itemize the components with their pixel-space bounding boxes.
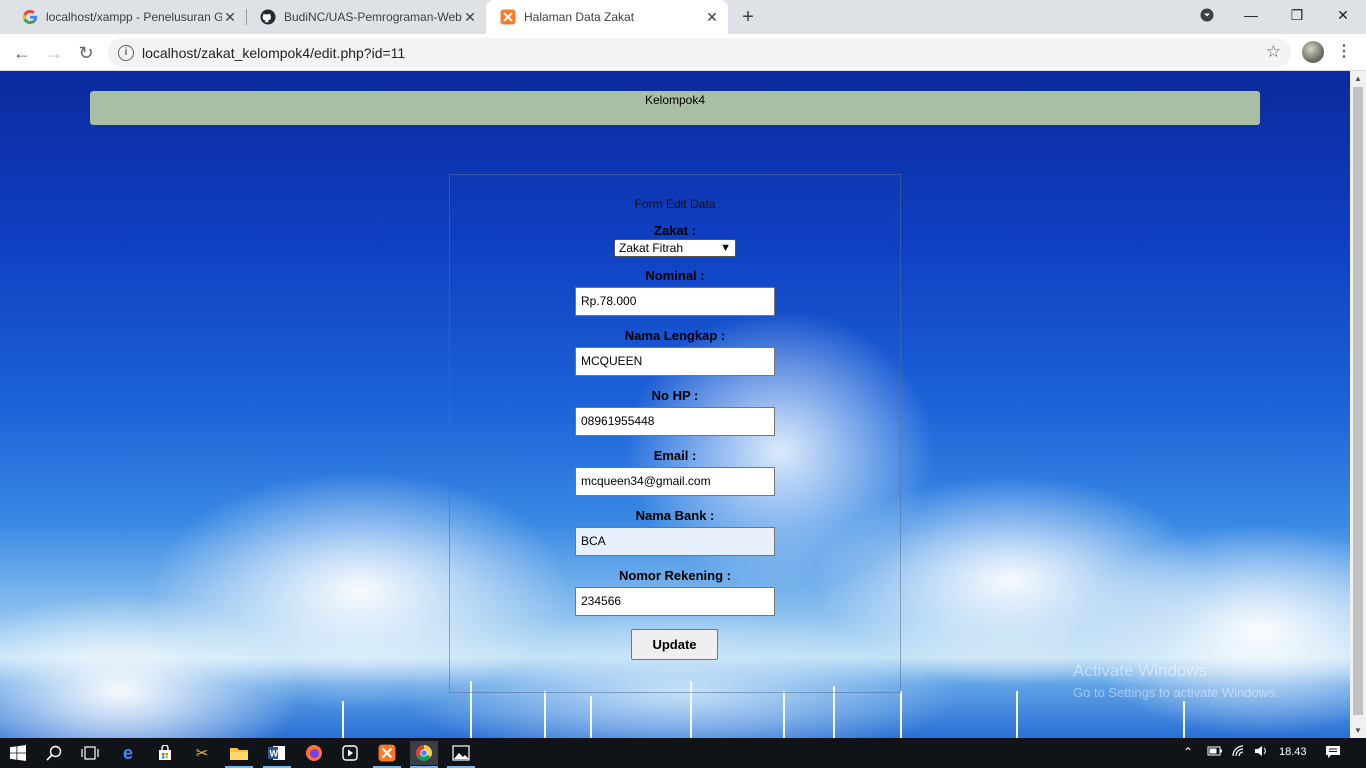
profile-dropdown-icon[interactable] — [1184, 0, 1230, 30]
firefox-icon[interactable] — [302, 741, 326, 765]
nama-bank-input[interactable]: BCA — [575, 527, 775, 556]
edit-form: Form Edit Data Zakat : Zakat Fitrah ▼ No… — [449, 174, 901, 693]
battery-icon[interactable] — [1207, 745, 1223, 760]
task-view-icon[interactable] — [78, 741, 102, 765]
profile-avatar[interactable] — [1302, 41, 1324, 63]
page-viewport: Kelompok4 Form Edit Data Zakat : Zakat F… — [0, 71, 1350, 738]
page-scrollbar[interactable]: ▲ ▼ — [1350, 71, 1366, 738]
wind-turbine-decoration — [590, 696, 592, 738]
search-icon[interactable] — [42, 741, 66, 765]
tab-title: BudiNC/UAS-Pemrograman-Web — [284, 10, 462, 24]
bookmark-star-icon[interactable]: ☆ — [1266, 42, 1281, 62]
close-icon[interactable]: ✕ — [704, 9, 720, 25]
wind-turbine-decoration — [342, 701, 344, 738]
nominal-input[interactable]: Rp.78.000 — [575, 287, 775, 316]
no-hp-input[interactable]: 08961955448 — [575, 407, 775, 436]
wind-turbine-decoration — [783, 691, 785, 738]
chrome-icon[interactable] — [410, 741, 438, 765]
activate-windows-subtitle: Go to Settings to activate Windows. — [1073, 685, 1279, 700]
volume-icon[interactable] — [1254, 745, 1268, 760]
chevron-down-icon: ▼ — [720, 242, 731, 254]
notification-icon[interactable] — [1325, 745, 1341, 762]
minimize-icon[interactable]: — — [1228, 0, 1274, 30]
store-icon[interactable] — [153, 741, 177, 765]
back-icon[interactable]: ← — [8, 39, 36, 67]
url-text[interactable]: localhost/zakat_kelompok4/edit.php?id=11 — [142, 45, 405, 61]
tab-strip: localhost/xampp - Penelusuran G ✕ BudiNC… — [0, 0, 1366, 34]
form-title: Form Edit Data — [634, 197, 716, 211]
nama-bank-label: Nama Bank : — [635, 508, 715, 523]
wind-turbine-decoration — [1016, 691, 1018, 738]
nomor-rekening-input[interactable]: 234566 — [575, 587, 775, 616]
activate-windows-title: Activate Windows — [1073, 661, 1208, 680]
address-bar[interactable]: i localhost/zakat_kelompok4/edit.php?id=… — [108, 38, 1291, 67]
reload-icon[interactable]: ↻ — [72, 39, 100, 67]
window-close-icon[interactable]: ✕ — [1320, 0, 1366, 30]
snipping-tool-icon[interactable]: ✂ — [190, 741, 214, 765]
show-hidden-icons[interactable]: ⌃ — [1183, 745, 1193, 759]
wind-turbine-decoration — [900, 691, 902, 738]
wifi-icon[interactable] — [1232, 745, 1248, 760]
scrollbar-thumb[interactable] — [1353, 87, 1363, 715]
windows-taskbar: e ✂ W ⌃ 18.43 — [0, 738, 1366, 768]
wind-turbine-decoration — [1183, 701, 1185, 738]
email-input[interactable]: mcqueen34@gmail.com — [575, 467, 775, 496]
nama-lengkap-label: Nama Lengkap : — [624, 328, 726, 343]
file-explorer-icon[interactable] — [227, 741, 251, 765]
tab-github[interactable]: BudiNC/UAS-Pemrograman-Web ✕ — [246, 0, 486, 34]
zakat-label: Zakat : — [654, 223, 696, 238]
tab-google-search[interactable]: localhost/xampp - Penelusuran G ✕ — [8, 0, 246, 34]
edge-icon[interactable]: e — [116, 741, 140, 765]
scroll-down-icon[interactable]: ▼ — [1354, 726, 1362, 735]
tab-halaman-data-zakat[interactable]: Halaman Data Zakat ✕ — [486, 0, 728, 34]
clock[interactable]: 18.43 — [1279, 746, 1307, 758]
more-menu-icon[interactable]: ⋮ — [1334, 40, 1354, 64]
tab-title: localhost/xampp - Penelusuran G — [46, 10, 222, 24]
update-button[interactable]: Update — [631, 629, 718, 660]
xampp-icon — [500, 9, 516, 25]
nama-lengkap-input[interactable]: MCQUEEN — [575, 347, 775, 376]
word-icon[interactable]: W — [265, 741, 289, 765]
zakat-select[interactable]: Zakat Fitrah ▼ — [614, 239, 736, 257]
media-player-icon[interactable] — [338, 741, 362, 765]
github-icon — [260, 9, 276, 25]
tab-title: Halaman Data Zakat — [524, 10, 635, 24]
email-label: Email : — [653, 448, 697, 463]
scroll-up-icon[interactable]: ▲ — [1354, 74, 1362, 83]
svg-text:W: W — [270, 749, 279, 759]
wind-turbine-decoration — [544, 691, 546, 738]
google-icon — [22, 9, 38, 25]
xampp-taskbar-icon[interactable] — [375, 741, 399, 765]
header-text: Kelompok4 — [644, 93, 706, 107]
page-header: Kelompok4 — [90, 91, 1260, 125]
close-icon[interactable]: ✕ — [222, 9, 238, 25]
no-hp-label: No HP : — [651, 388, 699, 403]
zakat-selected-value: Zakat Fitrah — [619, 241, 684, 255]
nominal-label: Nominal : — [645, 268, 705, 283]
windows-start-icon[interactable] — [6, 741, 30, 765]
forward-icon[interactable]: → — [40, 39, 68, 67]
site-info-icon[interactable]: i — [118, 44, 134, 61]
browser-toolbar: ← → ↻ i localhost/zakat_kelompok4/edit.p… — [0, 34, 1366, 71]
close-icon[interactable]: ✕ — [462, 9, 478, 25]
nomor-rekening-label: Nomor Rekening : — [619, 568, 731, 583]
wind-turbine-decoration — [833, 686, 835, 738]
new-tab-button[interactable]: + — [736, 5, 760, 29]
restore-icon[interactable]: ❐ — [1274, 0, 1320, 30]
photos-icon[interactable] — [449, 741, 473, 765]
